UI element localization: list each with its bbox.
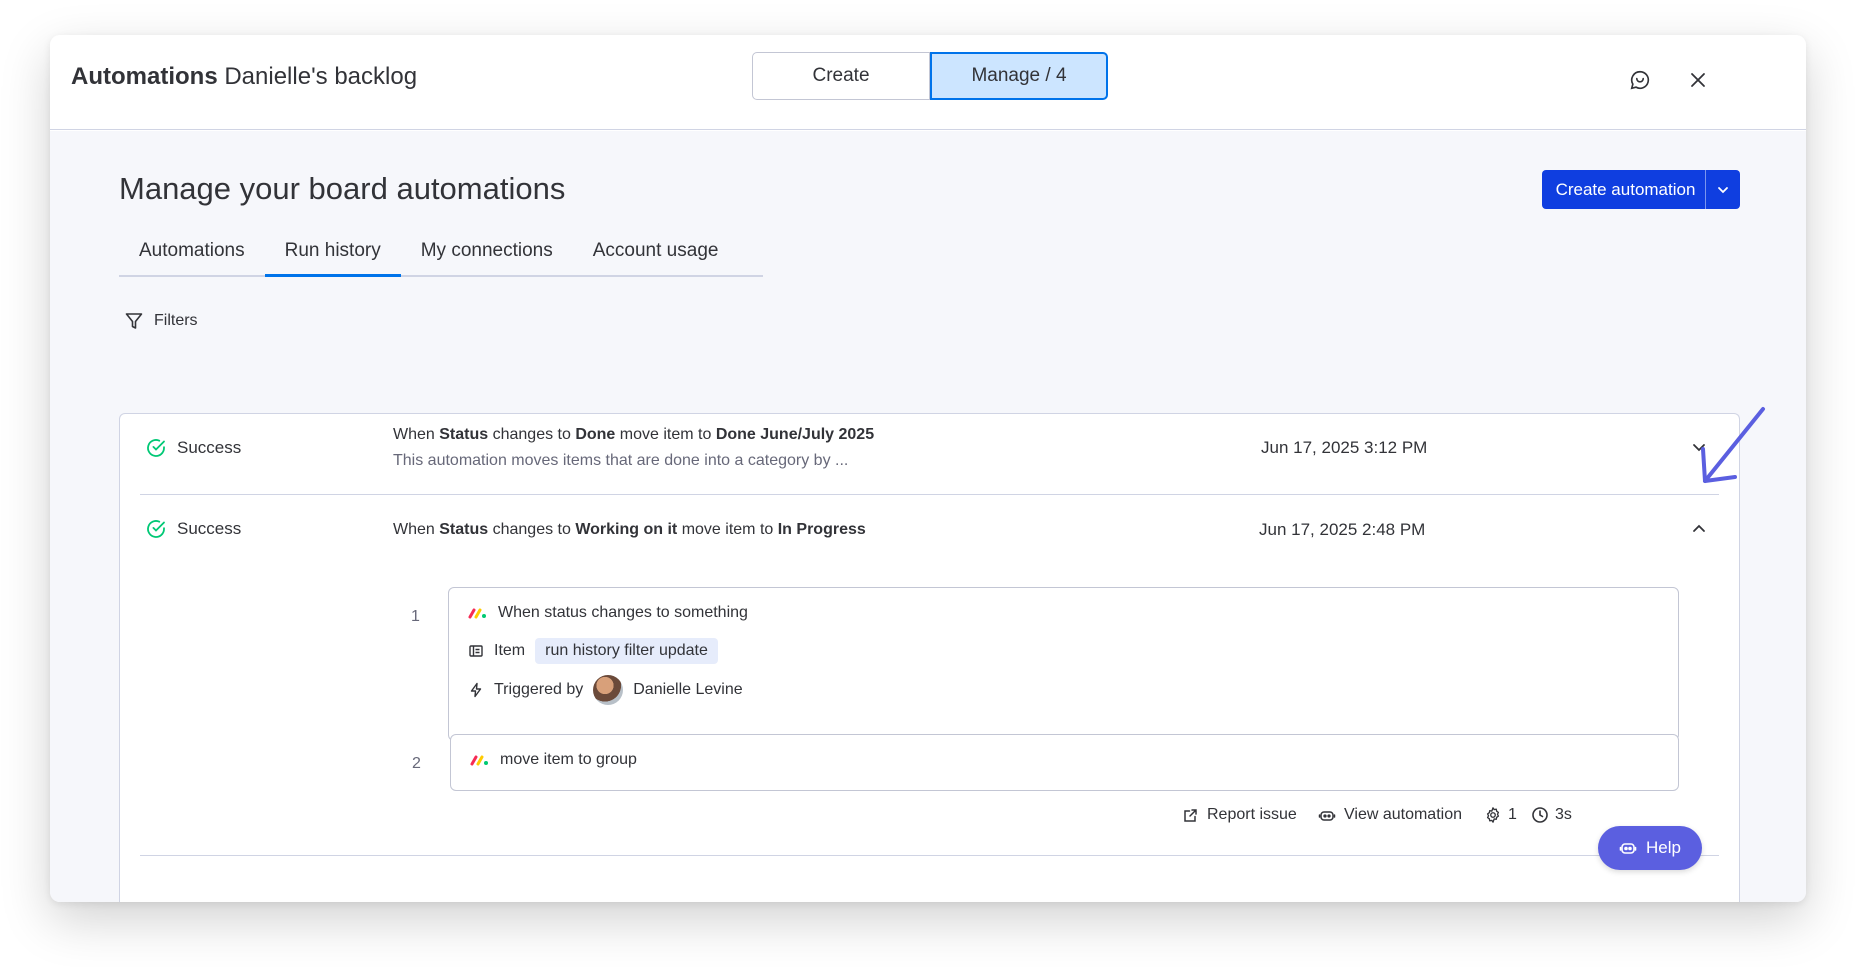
mode-segmented-control: Create Manage / 4: [752, 52, 1108, 100]
step-trigger-card: When status changes to something Item ru…: [448, 587, 1679, 741]
run-subtitle: This automation moves items that are don…: [393, 452, 849, 469]
avatar: [593, 675, 624, 705]
modal-title: Automations Danielle's backlog: [71, 63, 417, 91]
filter-icon: [125, 313, 143, 329]
tab-run-history[interactable]: Run history: [264, 229, 401, 277]
run-status-label: Success: [177, 438, 242, 457]
step-title-line: When status changes to something: [468, 604, 748, 622]
view-automation-label: View automation: [1344, 806, 1462, 823]
tab-account-usage[interactable]: Account usage: [573, 229, 739, 275]
success-check-icon: [147, 439, 165, 457]
tab-bar: Automations Run history My connections A…: [119, 229, 763, 277]
run-row[interactable]: Success When Status changes to Done move…: [120, 414, 1739, 494]
run-description: When Status changes to Working on it mov…: [393, 521, 866, 539]
annotation-arrow-icon: [1701, 407, 1765, 483]
triggered-user[interactable]: Danielle Levine: [633, 681, 742, 699]
step-title: When status changes to something: [498, 604, 748, 621]
title-bold: Automations: [71, 63, 218, 90]
create-automation-button[interactable]: Create automation: [1542, 170, 1740, 209]
report-issue-button[interactable]: Report issue: [1182, 806, 1297, 824]
modal-content: Manage your board automations Create aut…: [50, 131, 1806, 902]
run-date: Jun 17, 2025 2:48 PM: [1259, 520, 1426, 539]
create-automation-label[interactable]: Create automation: [1542, 180, 1705, 200]
run-history-list: Success When Status changes to Done move…: [119, 413, 1740, 902]
step-number: 1: [411, 608, 420, 625]
step-triggered-line: Triggered by Danielle Levine: [468, 675, 743, 705]
report-issue-label: Report issue: [1207, 806, 1297, 823]
run-status: Success: [145, 437, 241, 459]
help-label: Help: [1646, 838, 1681, 857]
item-name-chip[interactable]: run history filter update: [535, 638, 718, 664]
run-recipe: When Status changes to Done move item to…: [393, 426, 875, 443]
triggered-label: Triggered by: [494, 681, 584, 698]
filters-button[interactable]: Filters: [124, 311, 198, 331]
item-icon: [469, 645, 483, 657]
run-description: When Status changes to Done move item to…: [393, 426, 874, 470]
actions-count-value: 1: [1508, 806, 1517, 823]
monday-logo-icon: [468, 608, 486, 619]
segment-create[interactable]: Create: [752, 52, 930, 100]
item-label: Item: [494, 642, 526, 659]
success-check-icon: [147, 520, 165, 538]
board-name: Danielle's backlog: [224, 63, 418, 90]
step-item-line: Item run history filter update: [468, 638, 718, 664]
robot-icon: [1318, 810, 1336, 821]
run-row-expanded: Success When Status changes to Working o…: [120, 495, 1739, 855]
run-status: Success: [145, 518, 241, 540]
filters-label: Filters: [154, 312, 198, 329]
run-recipe: When Status changes to Working on it mov…: [393, 521, 866, 538]
external-link-icon: [1184, 808, 1197, 822]
gear-icon: [1486, 807, 1500, 823]
step-number: 2: [412, 755, 421, 772]
view-automation-button[interactable]: View automation: [1318, 806, 1462, 824]
row-divider: [140, 855, 1719, 856]
run-duration-value: 3s: [1555, 806, 1572, 823]
run-status-label: Success: [177, 519, 242, 538]
segment-manage[interactable]: Manage / 4: [930, 52, 1108, 100]
help-button[interactable]: Help: [1598, 826, 1702, 870]
tab-automations[interactable]: Automations: [119, 229, 265, 275]
chevron-down-icon[interactable]: [1706, 183, 1740, 197]
lightning-icon: [470, 682, 482, 698]
step-action-card: move item to group: [450, 734, 1679, 791]
close-icon[interactable]: [1683, 65, 1713, 95]
tab-my-connections[interactable]: My connections: [401, 229, 573, 275]
clock-icon: [1532, 807, 1548, 823]
automations-modal: Automations Danielle's backlog Create Ma…: [50, 35, 1806, 902]
robot-icon: [1619, 843, 1637, 854]
feedback-icon[interactable]: [1625, 65, 1655, 95]
chevron-up-icon[interactable]: [1689, 519, 1709, 539]
run-duration: 3s: [1531, 806, 1572, 824]
page-title: Manage your board automations: [119, 171, 566, 206]
step-title: move item to group: [500, 751, 637, 768]
monday-logo-icon: [470, 755, 488, 766]
step-title-line: move item to group: [470, 751, 637, 769]
modal-header: Automations Danielle's backlog Create Ma…: [50, 35, 1806, 130]
run-date: Jun 17, 2025 3:12 PM: [1261, 438, 1428, 457]
actions-count: 1: [1484, 806, 1517, 824]
